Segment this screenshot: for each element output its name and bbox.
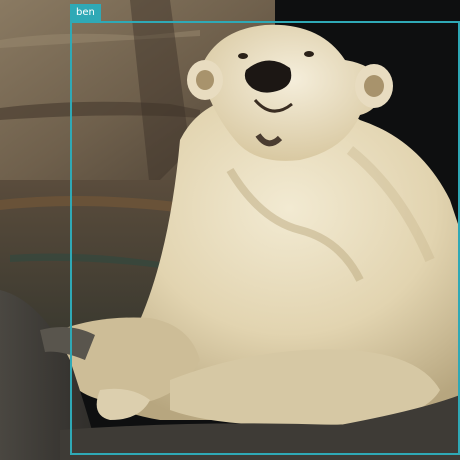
detection-box[interactable] — [70, 21, 460, 455]
detection-label: ben — [70, 4, 101, 21]
photo-scene: ben — [0, 0, 460, 460]
